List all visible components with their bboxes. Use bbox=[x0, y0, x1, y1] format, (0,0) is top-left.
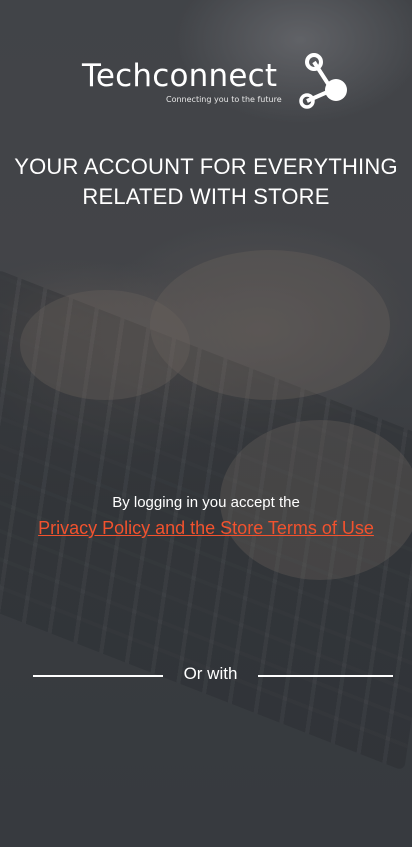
page-headline: YOUR ACCOUNT FOR EVERYTHING RELATED WITH… bbox=[0, 152, 412, 212]
headline-line: RELATED WITH STORE bbox=[82, 184, 330, 209]
divider-line-left bbox=[33, 675, 163, 677]
privacy-terms-link[interactable]: Privacy Policy and the Store Terms of Us… bbox=[0, 518, 412, 539]
brand-name: Techconnect bbox=[82, 58, 278, 94]
brand-tagline: Connecting you to the future bbox=[166, 95, 282, 104]
network-nodes-icon bbox=[299, 53, 347, 109]
background-photo bbox=[0, 0, 412, 847]
headline-line: YOUR ACCOUNT FOR EVERYTHING bbox=[14, 154, 398, 179]
background-overlay bbox=[0, 0, 412, 847]
divider-line-right bbox=[258, 675, 393, 677]
or-with-label: Or with bbox=[183, 664, 238, 683]
legal-notice: By logging in you accept the bbox=[112, 494, 300, 511]
brand-logo: Techconnect Connecting you to the future bbox=[82, 53, 352, 116]
